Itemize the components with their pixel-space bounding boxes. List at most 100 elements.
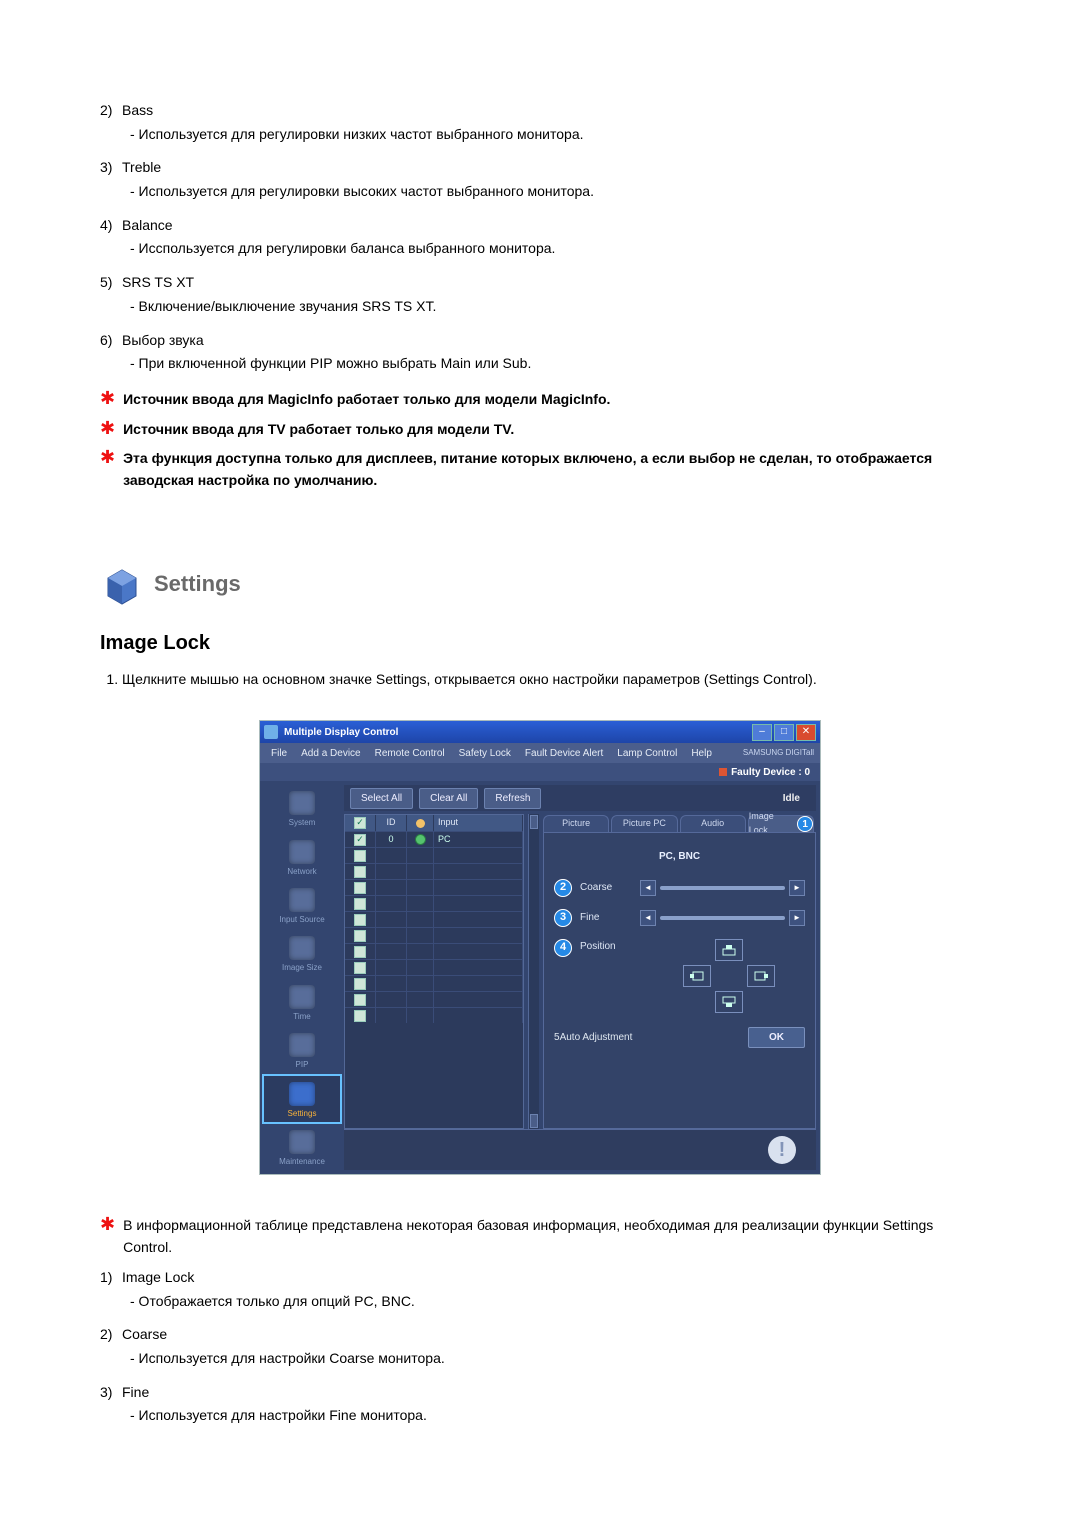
list-item: 5)SRS TS XT- Включение/выключение звучан… <box>100 272 980 317</box>
row-checkbox[interactable] <box>354 962 366 974</box>
row-checkbox[interactable] <box>354 946 366 958</box>
row-checkbox[interactable] <box>354 882 366 894</box>
position-label: Position <box>580 939 640 955</box>
note-row: ✱В информационной таблице представлена н… <box>100 1215 980 1258</box>
row-checkbox[interactable] <box>354 978 366 990</box>
item-desc: - Включение/выключение звучания SRS TS X… <box>130 296 980 318</box>
scroll-down-icon[interactable] <box>530 1114 538 1128</box>
tab-label: Picture <box>562 817 590 831</box>
pos-down-button[interactable] <box>715 991 743 1013</box>
row-checkbox[interactable] <box>354 1010 366 1022</box>
tab-picture[interactable]: Picture <box>543 815 609 832</box>
slider-right-icon[interactable]: ► <box>789 880 805 896</box>
menu-item[interactable]: Remote Control <box>370 746 450 762</box>
row-checkbox[interactable] <box>354 994 366 1006</box>
select-all-button[interactable]: Select All <box>350 788 413 810</box>
menu-item[interactable]: Help <box>686 746 717 762</box>
cell-id <box>376 896 407 911</box>
sidebar-item-maintenance[interactable]: Maintenance <box>264 1124 340 1170</box>
scroll-up-icon[interactable] <box>530 815 538 829</box>
refresh-button[interactable]: Refresh <box>484 788 541 810</box>
list-item: 3)Treble- Используется для регулировки в… <box>100 157 980 202</box>
tab-image-lock[interactable]: Image Lock1 <box>748 815 814 832</box>
table-row[interactable] <box>345 863 523 879</box>
tab-audio[interactable]: Audio <box>680 815 746 832</box>
slider-left-icon[interactable]: ◄ <box>640 910 656 926</box>
callout-3: 3 <box>554 909 572 927</box>
sidebar-icon <box>289 791 315 815</box>
sidebar-item-input-source[interactable]: Input Source <box>264 882 340 928</box>
fine-label: Fine <box>580 910 640 926</box>
sidebar-icon <box>289 840 315 864</box>
cell-id <box>376 864 407 879</box>
sidebar-label: Input Source <box>279 914 324 926</box>
instruction-list: Щелкните мышью на основном значке Settin… <box>100 669 980 691</box>
row-checkbox[interactable] <box>354 898 366 910</box>
menu-item[interactable]: Add a Device <box>296 746 365 762</box>
sidebar-label: Time <box>293 1011 310 1023</box>
list-item: 3)Fine- Используется для настройки Fine … <box>100 1382 980 1427</box>
row-checkbox[interactable] <box>354 834 366 846</box>
table-row[interactable] <box>345 943 523 959</box>
coarse-slider[interactable]: ◄ ► <box>640 880 805 896</box>
position-pad[interactable] <box>683 939 775 1013</box>
close-button[interactable]: ✕ <box>796 724 816 741</box>
instruction-item: Щелкните мышью на основном значке Settin… <box>122 669 980 691</box>
sidebar-item-network[interactable]: Network <box>264 834 340 880</box>
table-row[interactable]: 0PC <box>345 831 523 847</box>
tab-picture-pc[interactable]: Picture PC <box>611 815 677 832</box>
sidebar-label: Settings <box>288 1108 317 1120</box>
list-item: 6)Выбор звука- При включенной функции PI… <box>100 330 980 375</box>
sidebar-item-image-size[interactable]: Image Size <box>264 930 340 976</box>
titlebar: Multiple Display Control – □ ✕ <box>260 721 820 743</box>
faulty-device-indicator: Faulty Device : 0 <box>719 765 810 781</box>
menu-item[interactable]: Fault Device Alert <box>520 746 608 762</box>
slider-left-icon[interactable]: ◄ <box>640 880 656 896</box>
star-icon: ✱ <box>100 389 115 407</box>
table-row[interactable] <box>345 895 523 911</box>
table-row[interactable] <box>345 975 523 991</box>
table-row[interactable] <box>345 911 523 927</box>
checkbox-icon[interactable] <box>354 817 366 829</box>
table-row[interactable] <box>345 959 523 975</box>
sidebar-label: Network <box>287 866 316 878</box>
note-row: ✱Эта функция доступна только для дисплее… <box>100 448 980 491</box>
sidebar-item-settings[interactable]: Settings <box>264 1076 340 1122</box>
maximize-button[interactable]: □ <box>774 724 794 741</box>
menu-item[interactable]: Lamp Control <box>612 746 682 762</box>
ok-button[interactable]: OK <box>748 1027 805 1049</box>
table-row[interactable] <box>345 1007 523 1023</box>
pos-up-button[interactable] <box>715 939 743 961</box>
menu-item[interactable]: Safety Lock <box>454 746 516 762</box>
fine-slider[interactable]: ◄ ► <box>640 910 805 926</box>
sidebar-item-system[interactable]: System <box>264 785 340 831</box>
sidebar: System Network Input Source Image Size Time P… <box>264 785 340 1170</box>
table-row[interactable] <box>345 847 523 863</box>
col-status <box>407 815 434 831</box>
table-scrollbar[interactable] <box>528 814 539 1129</box>
note-text: Эта функция доступна только для дисплеев… <box>123 448 980 491</box>
sidebar-item-time[interactable]: Time <box>264 979 340 1025</box>
pos-left-button[interactable] <box>683 965 711 987</box>
star-notes-bottom: ✱В информационной таблице представлена н… <box>100 1215 980 1258</box>
slider-right-icon[interactable]: ► <box>789 910 805 926</box>
note-text: Источник ввода для MagicInfo работает то… <box>123 389 610 411</box>
pos-right-button[interactable] <box>747 965 775 987</box>
item-label: SRS TS XT <box>122 272 194 294</box>
row-checkbox[interactable] <box>354 866 366 878</box>
subsection-title: Image Lock <box>100 628 980 659</box>
row-checkbox[interactable] <box>354 850 366 862</box>
auto-adjust-label: Auto Adjustment <box>560 1030 670 1046</box>
star-icon: ✱ <box>100 1215 115 1233</box>
minimize-button[interactable]: – <box>752 724 772 741</box>
table-toolbar: Select All Clear All Refresh Idle <box>344 785 816 811</box>
sidebar-item-pip[interactable]: PIP <box>264 1027 340 1073</box>
table-row[interactable] <box>345 879 523 895</box>
clear-all-button[interactable]: Clear All <box>419 788 478 810</box>
row-checkbox[interactable] <box>354 914 366 926</box>
menu-item[interactable]: File <box>266 746 292 762</box>
row-checkbox[interactable] <box>354 930 366 942</box>
table-row[interactable] <box>345 927 523 943</box>
table-row[interactable] <box>345 991 523 1007</box>
item-label: Treble <box>122 157 161 179</box>
